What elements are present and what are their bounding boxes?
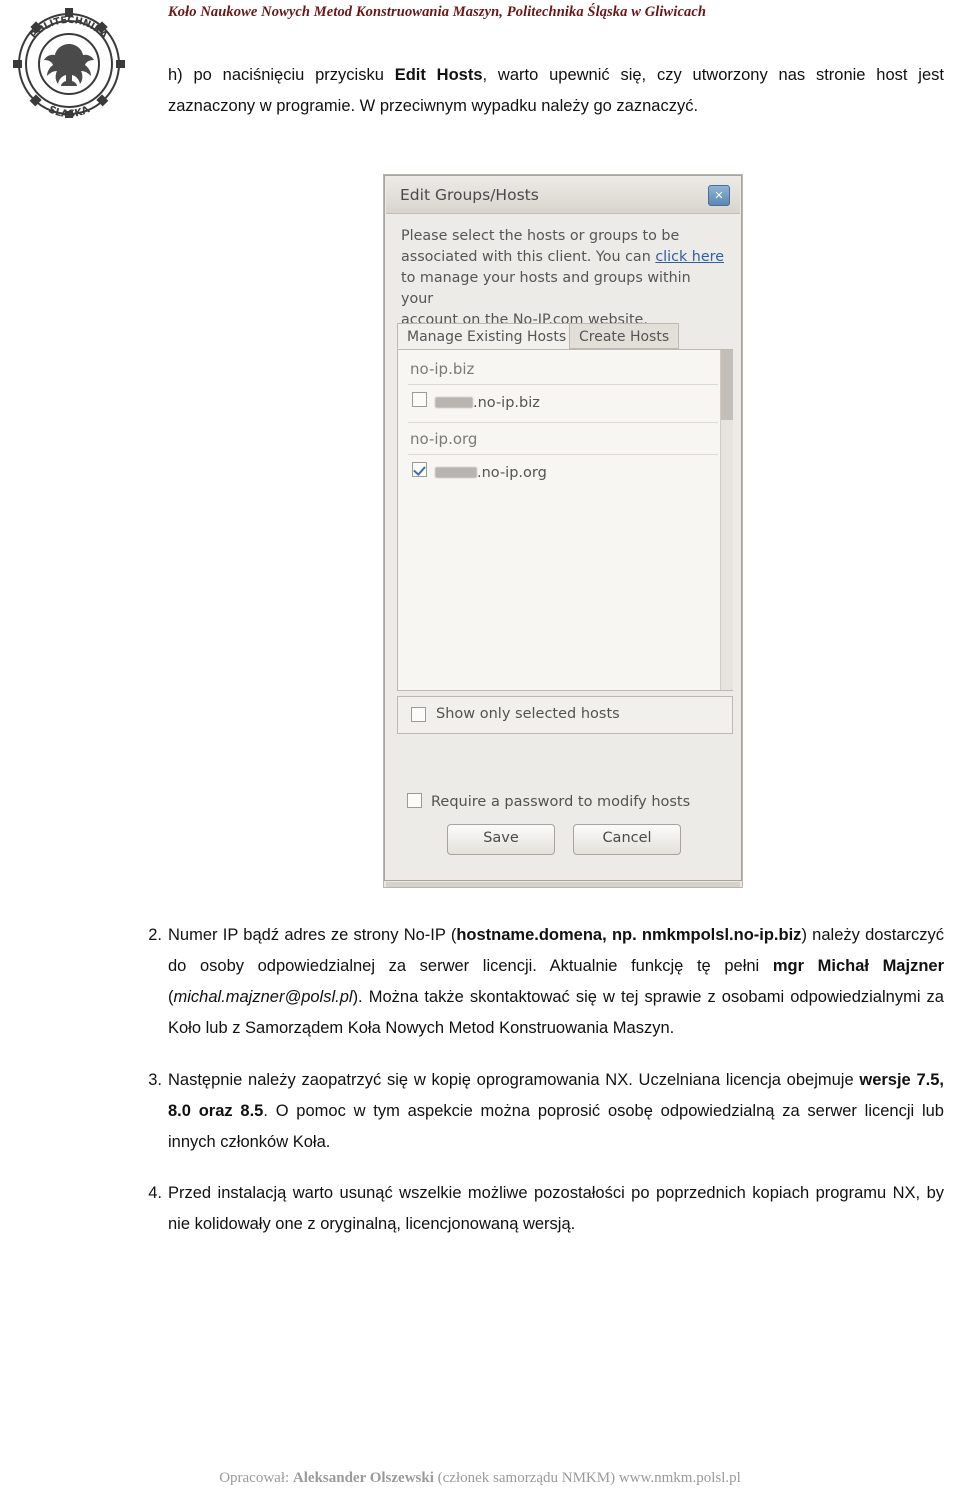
list-item-2-number: 2. [148,926,162,944]
footer-author: Aleksander Olszewski [292,1470,434,1486]
show-only-selected-label: Show only selected hosts [436,706,620,722]
group-label: no-ip.org [410,430,478,448]
instructions-line-1: Please select the hosts or groups to be [401,228,680,244]
save-button[interactable]: Save [447,824,555,855]
paragraph-h-marker: h) [168,66,183,84]
list-item-4-number: 4. [148,1184,162,1202]
list-item-3-number: 3. [148,1071,162,1089]
host-row[interactable]: .no-ip.org [412,462,547,481]
dialog-title: Edit Groups/Hosts [400,186,539,204]
hosts-list-scrollbar[interactable] [720,350,733,690]
item2-text-1: Numer IP bądź adres ze strony No-IP ( [168,926,457,944]
dialog-title-bar: Edit Groups/Hosts ✕ [386,177,740,214]
group-divider [408,384,718,385]
footer-suffix: (członek samorządu NMKM) www.nmkm.polsl.… [433,1470,741,1486]
group-label: no-ip.biz [410,360,475,378]
item4-text-1: Przed instalacją warto usunąć wszelkie m… [168,1184,944,1233]
page-header: POLITECHNIKA ŚLĄSKA Koło Naukowe Nowych … [0,0,960,118]
host-checkbox[interactable] [412,392,427,407]
screenshot-edit-groups-hosts: Edit Groups/Hosts ✕ Please select the ho… [384,175,742,887]
svg-text:POLITECHNIKA: POLITECHNIKA [29,15,110,42]
show-only-selected-checkbox[interactable] [411,707,426,722]
page-footer: Opracował: Aleksander Olszewski (członek… [0,1470,960,1487]
list-item-3: 3. Następnie należy zaopatrzyć się w kop… [148,1065,944,1158]
hosts-list-panel: no-ip.biz .no-ip.biz no-ip.org .no-ip.or… [397,349,733,691]
item3-text-2: . O pomoc w tym aspekcie można poprosić … [168,1102,944,1151]
cancel-button[interactable]: Cancel [573,824,681,855]
group-divider [408,454,718,455]
click-here-link[interactable]: click here [655,249,724,265]
scrollbar-thumb[interactable] [721,350,733,420]
item3-text-1: Następnie należy zaopatrzyć się w kopię … [168,1071,860,1089]
group-divider [408,422,718,423]
list-item-4: 4. Przed instalacją warto usunąć wszelki… [148,1178,944,1240]
header-title: Koło Naukowe Nowych Metod Konstruowania … [168,4,707,20]
paragraph-h: h) po naciśnięciu przycisku Edit Hosts, … [168,60,944,122]
instructions-line-2: associated with this client. You can [401,249,656,265]
tab-create-hosts[interactable]: Create Hosts [569,323,680,349]
item2-email: michal.majzner@polsl.pl [173,988,353,1006]
item2-bold-1: hostname.domena, np. nmkmpolsl.no-ip.biz [456,926,802,944]
dialog-window: Edit Groups/Hosts ✕ Please select the ho… [384,175,742,887]
item2-bold-2: mgr Michał Majzner [772,957,944,975]
host-name-redacted [435,397,473,408]
require-password-checkbox[interactable] [407,793,422,808]
host-domain-label: .no-ip.org [477,465,547,481]
dialog-tabs: Manage Existing Hosts Create Hosts [397,323,731,350]
host-domain-label: .no-ip.biz [473,395,540,411]
show-only-selected-row[interactable]: Show only selected hosts [397,696,733,734]
paragraph-h-text-1: po naciśnięciu przycisku [193,66,395,84]
host-name-redacted [435,467,477,478]
require-password-row[interactable]: Require a password to modify hosts [407,791,690,810]
require-password-label: Require a password to modify hosts [431,794,691,810]
politechnika-slaska-logo: POLITECHNIKA ŚLĄSKA [8,6,130,118]
close-icon[interactable]: ✕ [708,185,730,206]
screenshot-bottom-strip [386,882,740,887]
tab-manage-existing-hosts[interactable]: Manage Existing Hosts [397,323,577,349]
instructions-line-3: to manage your hosts and groups within y… [401,270,691,307]
dialog-instructions: Please select the hosts or groups to be … [401,226,727,331]
paragraph-h-bold: Edit Hosts [394,66,483,84]
host-checkbox[interactable] [412,462,427,477]
host-row[interactable]: .no-ip.biz [412,392,540,411]
footer-prefix: Opracował: [219,1470,293,1486]
list-item-2: 2. Numer IP bądź adres ze strony No-IP (… [148,920,944,1044]
